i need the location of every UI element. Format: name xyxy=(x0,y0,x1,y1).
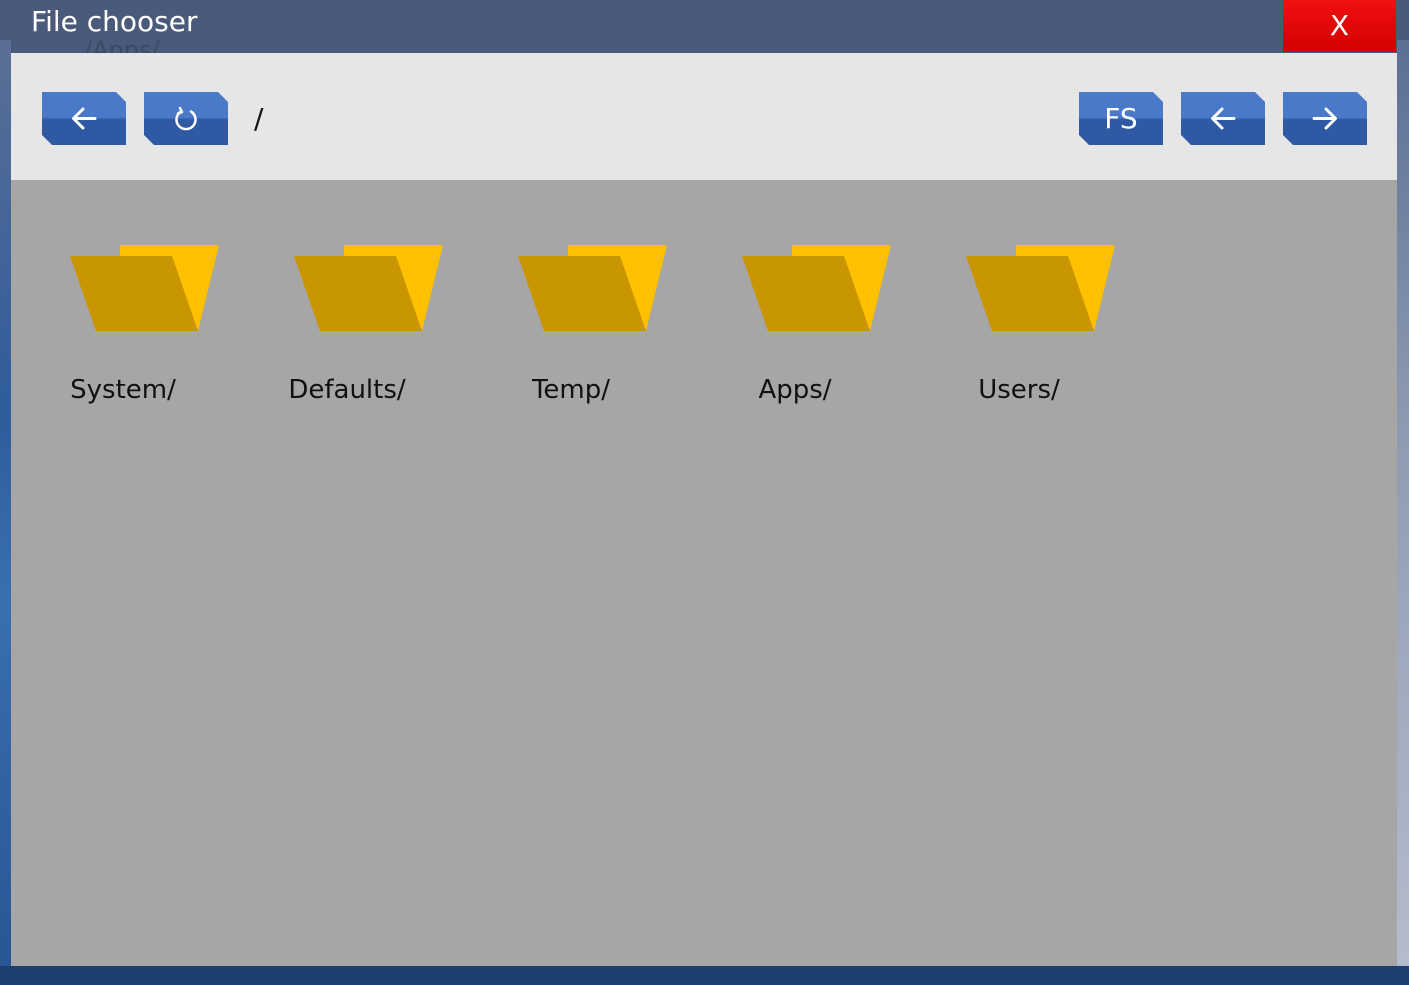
close-button[interactable]: X xyxy=(1283,0,1396,52)
current-path: / xyxy=(254,102,264,135)
folder-icon xyxy=(70,245,219,331)
up-button[interactable] xyxy=(42,92,126,145)
arrow-left-icon xyxy=(69,92,99,145)
background-bottom-edge xyxy=(0,966,1409,985)
background-left-edge xyxy=(0,40,11,970)
file-chooser-dialog: / FS System/ Defaults/ Temp/ Apps/ Users… xyxy=(11,53,1397,966)
fs-button[interactable]: FS xyxy=(1079,92,1163,145)
background-right-edge xyxy=(1397,40,1409,970)
folder-label: Users/ xyxy=(978,375,1060,405)
folder-item-system[interactable]: System/ xyxy=(11,243,235,413)
toolbar: / FS xyxy=(11,53,1397,180)
arrow-right-icon xyxy=(1310,92,1340,145)
folder-item-temp[interactable]: Temp/ xyxy=(459,243,683,413)
arrow-left-icon xyxy=(1208,92,1238,145)
folder-icon xyxy=(966,245,1115,331)
folder-icon xyxy=(742,245,891,331)
folder-label: Defaults/ xyxy=(288,375,406,405)
folder-label: System/ xyxy=(70,375,176,405)
forward-button[interactable] xyxy=(1283,92,1367,145)
refresh-icon xyxy=(171,92,201,145)
folder-icon xyxy=(294,245,443,331)
folder-item-apps[interactable]: Apps/ xyxy=(683,243,907,413)
folder-item-defaults[interactable]: Defaults/ xyxy=(235,243,459,413)
folder-icon xyxy=(518,245,667,331)
title-bar: File chooser X xyxy=(0,0,1409,53)
refresh-button[interactable] xyxy=(144,92,228,145)
folder-item-users[interactable]: Users/ xyxy=(907,243,1131,413)
window-title: File chooser xyxy=(31,5,198,38)
back-button[interactable] xyxy=(1181,92,1265,145)
folder-label: Apps/ xyxy=(758,375,832,405)
folder-label: Temp/ xyxy=(531,375,611,405)
